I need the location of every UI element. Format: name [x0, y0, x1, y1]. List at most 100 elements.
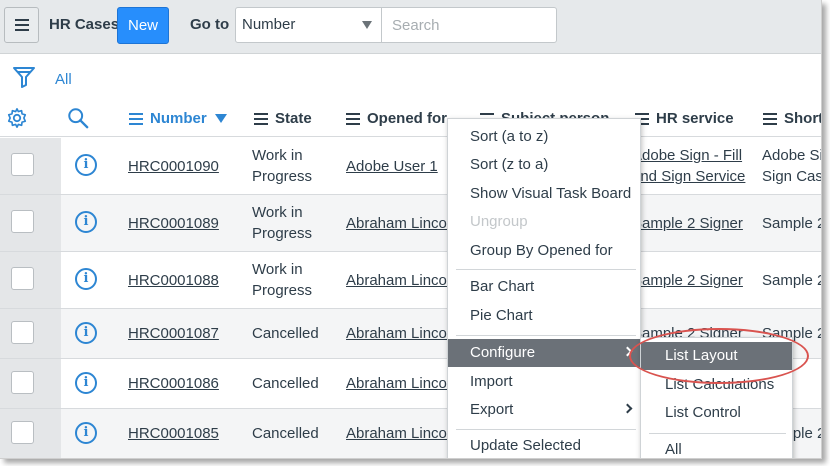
- record-number-link[interactable]: HRC0001089: [128, 213, 219, 234]
- row-checkbox-cell: [0, 359, 61, 408]
- state-cell: Work in Progress: [252, 202, 312, 244]
- chevron-right-icon: [622, 403, 633, 414]
- opened-for-link[interactable]: Adobe User 1: [346, 156, 438, 177]
- column-header-label: State: [275, 110, 312, 127]
- filter-row: All: [0, 55, 821, 97]
- state-cell: Work in Progress: [252, 259, 312, 301]
- search-input[interactable]: [381, 7, 557, 43]
- submenu-item-list-control[interactable]: List Control: [641, 399, 792, 427]
- row-checkbox[interactable]: [11, 210, 34, 233]
- menu-item-label: Configure: [470, 344, 536, 361]
- row-checkbox-cell: [0, 252, 61, 308]
- record-number-link[interactable]: HRC0001090: [128, 156, 219, 177]
- column-header-label: Short: [784, 110, 822, 127]
- menu-item-update-selected[interactable]: Update Selected: [448, 432, 640, 458]
- state-line: Work in: [252, 204, 303, 221]
- search-icon[interactable]: [67, 107, 89, 134]
- column-header-short-description[interactable]: Short: [763, 110, 822, 127]
- submenu-item-all[interactable]: All: [641, 436, 792, 458]
- hr-service-link[interactable]: Adobe Sign - Fill and Sign Service: [632, 145, 745, 187]
- row-checkbox[interactable]: [11, 421, 34, 444]
- column-menu-icon[interactable]: [763, 112, 777, 125]
- column-context-menu: Sort (a to z) Sort (z to a) Show Visual …: [447, 118, 641, 458]
- column-header-label: Number: [150, 110, 207, 127]
- menu-item-configure[interactable]: Configure: [448, 339, 640, 367]
- opened-for-link[interactable]: Abraham Lincol: [346, 373, 450, 394]
- hr-service-line: and Sign Service: [632, 168, 746, 185]
- state-line: Progress: [252, 282, 313, 299]
- hr-service-link[interactable]: Sample 2 Signer: [632, 270, 743, 291]
- table-row: i HRC0001088 Work in Progress Abraham Lin…: [0, 252, 821, 309]
- new-button[interactable]: New: [117, 7, 169, 44]
- goto-label: Go to: [190, 16, 230, 33]
- menu-item-import[interactable]: Import: [448, 368, 640, 396]
- column-menu-icon[interactable]: [346, 112, 360, 125]
- opened-for-link[interactable]: Abraham Lincol: [346, 323, 450, 344]
- state-cell: Cancelled: [252, 425, 319, 442]
- menu-item-bar-chart[interactable]: Bar Chart: [448, 273, 640, 301]
- menu-divider: [456, 269, 636, 270]
- record-number-link[interactable]: HRC0001086: [128, 373, 219, 394]
- column-header-label: HR service: [656, 110, 734, 127]
- column-header-number[interactable]: Number: [129, 110, 227, 127]
- submenu-item-list-calculations[interactable]: List Calculations: [641, 371, 792, 399]
- menu-divider: [649, 433, 786, 434]
- column-menu-icon[interactable]: [254, 112, 268, 125]
- goto-field-select[interactable]: Number: [235, 7, 382, 43]
- menu-item-label: Export: [470, 401, 514, 418]
- menu-item-show-visual-task-board[interactable]: Show Visual Task Board: [448, 180, 640, 208]
- menu-item-sort-a-to-z[interactable]: Sort (a to z): [448, 123, 640, 151]
- row-checkbox[interactable]: [11, 371, 34, 394]
- submenu-item-list-layout[interactable]: List Layout: [641, 342, 792, 370]
- list-menu-button[interactable]: [4, 7, 39, 43]
- info-icon[interactable]: i: [75, 422, 97, 444]
- opened-for-link[interactable]: Abraham Lincol: [346, 423, 450, 444]
- opened-for-link[interactable]: Abraham Lincol: [346, 270, 450, 291]
- column-menu-icon[interactable]: [129, 112, 143, 125]
- hr-service-link[interactable]: Sample 2 Signer: [632, 213, 743, 234]
- column-header-opened-for[interactable]: Opened for: [346, 110, 447, 127]
- configure-submenu: List Layout List Calculations List Contr…: [640, 337, 793, 458]
- menu-item-group-by-opened-for[interactable]: Group By Opened for: [448, 237, 640, 265]
- info-icon[interactable]: i: [75, 211, 97, 233]
- record-number-link[interactable]: HRC0001085: [128, 423, 219, 444]
- short-description-cell: Adobe Sig Sign Case: [762, 145, 821, 187]
- column-header-hr-service[interactable]: HR service: [635, 110, 734, 127]
- filter-funnel-icon[interactable]: [12, 65, 36, 94]
- info-icon[interactable]: i: [75, 268, 97, 290]
- menu-item-ungroup: Ungroup: [470, 213, 528, 230]
- hamburger-icon: [14, 19, 29, 31]
- info-icon[interactable]: i: [75, 322, 97, 344]
- menu-item-pie-chart[interactable]: Pie Chart: [448, 302, 640, 330]
- menu-divider: [456, 335, 636, 336]
- row-checkbox[interactable]: [11, 267, 34, 290]
- short-line: Adobe Sig: [762, 147, 821, 164]
- gear-icon[interactable]: [6, 107, 28, 134]
- row-checkbox[interactable]: [11, 153, 34, 176]
- column-header-row: Number State Opened for Subject person H…: [0, 97, 822, 137]
- info-icon[interactable]: i: [75, 372, 97, 394]
- row-checkbox-cell: [0, 138, 61, 194]
- record-number-link[interactable]: HRC0001088: [128, 270, 219, 291]
- row-checkbox[interactable]: [11, 321, 34, 344]
- state-cell: Cancelled: [252, 325, 319, 342]
- record-number-link[interactable]: HRC0001087: [128, 323, 219, 344]
- info-icon[interactable]: i: [75, 154, 97, 176]
- menu-divider: [456, 429, 636, 430]
- column-header-state[interactable]: State: [254, 110, 312, 127]
- row-checkbox-cell: [0, 409, 61, 458]
- app-window: HR Cases New Go to Number All: [0, 0, 822, 459]
- table-row: i HRC0001089 Work in Progress Abraham Lin…: [0, 195, 822, 252]
- state-line: Work in: [252, 261, 303, 278]
- row-checkbox-cell: [0, 309, 61, 358]
- menu-item-export[interactable]: Export: [448, 396, 640, 424]
- breadcrumb-all-link[interactable]: All: [55, 71, 72, 88]
- opened-for-link[interactable]: Abraham Lincol: [346, 213, 450, 234]
- short-line: Sign Case: [762, 168, 821, 185]
- column-header-label: Opened for: [367, 110, 448, 127]
- list-header-bar: HR Cases New Go to Number: [0, 0, 821, 54]
- menu-item-sort-z-to-a[interactable]: Sort (z to a): [448, 151, 640, 179]
- state-line: Progress: [252, 225, 313, 242]
- short-description-cell: Sample 2: [762, 215, 822, 232]
- caret-down-icon: [362, 21, 372, 29]
